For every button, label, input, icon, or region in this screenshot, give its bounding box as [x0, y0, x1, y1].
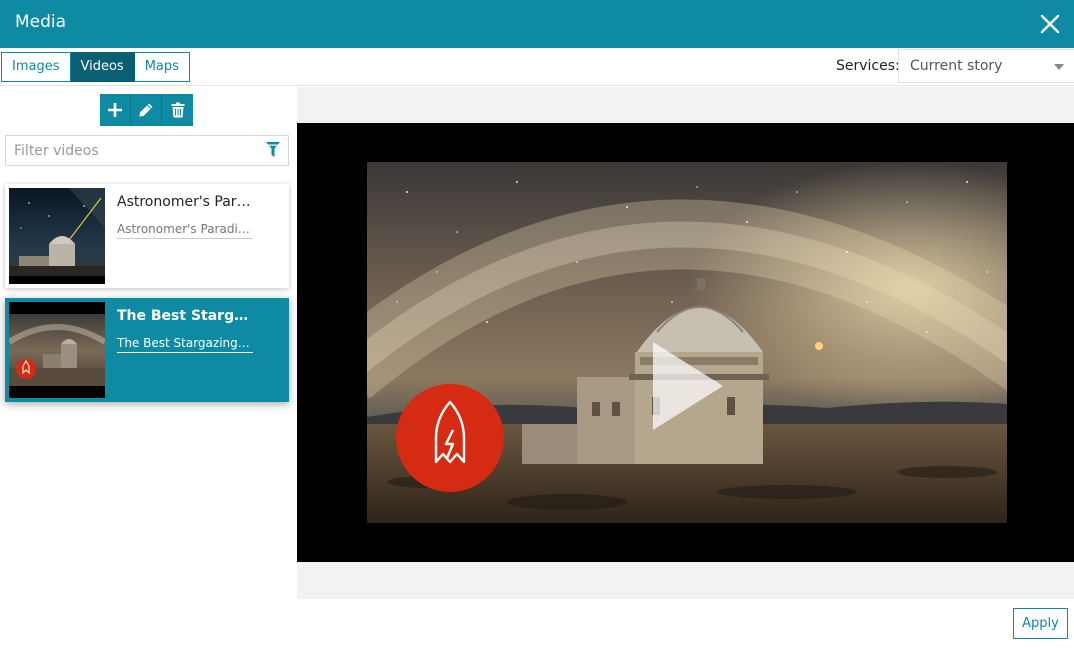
trash-icon [171, 102, 184, 118]
dialog-header: Media [0, 0, 1074, 48]
dialog-title: Media [15, 12, 67, 32]
video-description: Astronomer's Paradise ... [117, 222, 253, 239]
tab-images[interactable]: Images [1, 52, 71, 82]
pencil-icon [139, 103, 153, 117]
media-tabs: Images Videos Maps [1, 52, 190, 82]
apply-button[interactable]: Apply [1013, 608, 1068, 639]
video-title: The Best Stargazing... [117, 308, 253, 324]
video-list-item-selected[interactable]: The Best Stargazing... The Best Stargazi… [5, 298, 289, 402]
plus-icon [108, 103, 122, 117]
video-thumbnail [9, 302, 105, 398]
video-player[interactable] [297, 123, 1074, 562]
toolbar: Images Videos Maps Services: Current sto… [0, 48, 1074, 86]
delete-video-button[interactable] [162, 94, 193, 126]
tab-maps[interactable]: Maps [134, 52, 190, 82]
video-thumbnail [9, 188, 105, 284]
services-label: Services: [836, 58, 900, 74]
edit-video-button[interactable] [131, 94, 162, 126]
dialog-footer: Apply [0, 599, 1074, 648]
funnel-icon[interactable] [266, 142, 280, 158]
action-buttons [100, 94, 193, 126]
video-description: The Best Stargazing is ... [117, 336, 253, 353]
add-video-button[interactable] [100, 94, 131, 126]
filter-input[interactable] [6, 136, 256, 165]
play-icon[interactable] [647, 338, 787, 438]
filter-box [5, 135, 289, 166]
video-title: Astronomer's Paradise [117, 194, 253, 210]
video-preview-area [297, 87, 1074, 599]
close-icon[interactable] [1038, 12, 1062, 36]
chevron-down-icon [1054, 64, 1064, 70]
video-list-panel: Astronomer's Paradise Astronomer's Parad… [0, 87, 297, 599]
services-select[interactable]: Current story [898, 49, 1074, 83]
video-list-item[interactable]: Astronomer's Paradise Astronomer's Parad… [5, 184, 289, 288]
tab-videos[interactable]: Videos [70, 52, 135, 82]
services-selected-value: Current story [910, 58, 1003, 74]
